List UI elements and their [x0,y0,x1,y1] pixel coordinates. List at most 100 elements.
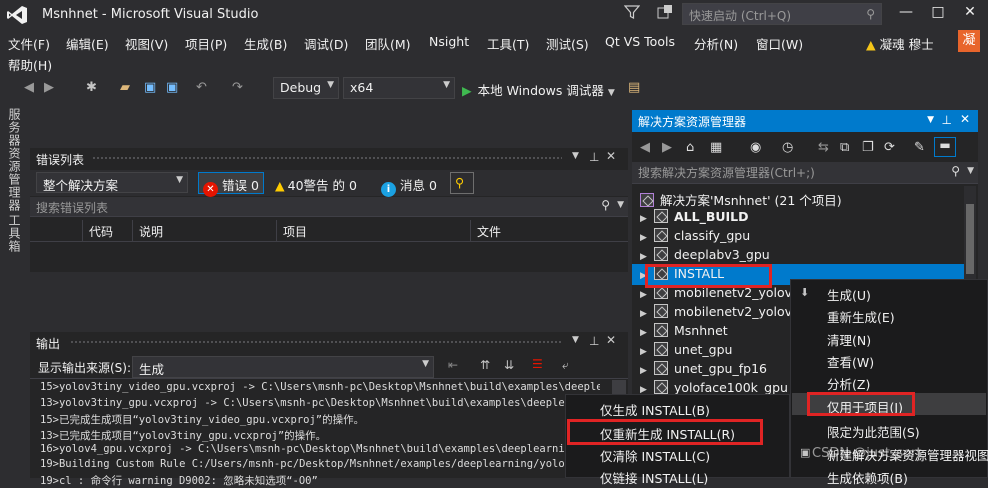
maximize-button[interactable]: □ [926,4,950,24]
menu-nsight[interactable]: Nsight [429,34,469,49]
project-icon [654,342,668,356]
show-all-files-icon[interactable]: ◉ [750,140,761,155]
sync-icon[interactable]: ⇆ [818,140,829,155]
solution-search-input[interactable]: 搜索解决方案资源管理器(Ctrl+;) ⚲ ▼ [632,162,978,184]
redo-icon[interactable]: ↷ [232,80,243,95]
column-header-severity[interactable] [30,220,82,242]
panel-dropdown-icon[interactable]: ▼ [572,335,579,345]
close-icon[interactable]: ✕ [960,112,970,126]
menu-item-analyze[interactable]: 分析(Z) [827,374,870,393]
collapse-all-icon[interactable]: ⧉ [840,140,849,155]
close-icon[interactable]: ✕ [606,149,616,163]
forward-icon[interactable]: ▶ [662,140,672,155]
error-scope-select[interactable]: 整个解决方案 ▼ [36,172,188,193]
home-icon[interactable]: ⌂ [686,140,694,155]
menu-build[interactable]: 生成(B) [244,34,287,53]
menu-project[interactable]: 项目(P) [185,34,227,53]
menu-item-scope-to-this[interactable]: 限定为此范围(S) [827,422,920,441]
pin-icon[interactable]: ⊥ [589,150,599,164]
find-next-message-icon[interactable]: ⇊ [504,358,514,372]
column-header-project[interactable]: 项目 [276,220,470,242]
menu-item-rebuild[interactable]: 重新生成(E) [827,307,895,326]
build-intellisense-filter-button[interactable]: ⚲ [450,172,474,194]
menu-item-build[interactable]: 生成(U) [827,285,871,304]
tree-item-label: classify_gpu [674,228,751,243]
notifications-icon[interactable] [656,4,674,22]
save-icon[interactable]: ▣ [144,80,156,95]
go-to-prev-message-icon[interactable]: ⇤ [448,358,458,372]
preview-icon[interactable]: ▬ [934,137,956,157]
warnings-filter-button[interactable]: ▲ 40警告 的 0 [270,172,362,194]
scrollbar-thumb[interactable] [966,204,974,274]
highlight-project-only-box [807,392,915,416]
copy-icon[interactable]: ❐ [862,140,874,155]
column-header-file[interactable]: 文件 [470,220,628,242]
solution-configuration-select[interactable]: Debug ▼ [273,77,339,99]
menu-analyze[interactable]: 分析(N) [694,34,738,53]
server-explorer-tab[interactable]: 服务器资源管理器 [6,108,23,212]
feedback-button[interactable]: 凝 [958,30,980,52]
submenu-build-only[interactable]: 仅生成 INSTALL(B) [600,400,710,419]
menu-item-clean[interactable]: 清理(N) [827,330,871,349]
menu-item-view[interactable]: 查看(W) [827,352,874,371]
menu-tools[interactable]: 工具(T) [487,34,529,53]
quick-launch-input[interactable]: 快速启动 (Ctrl+Q) ⚲ [682,3,882,25]
refresh-icon[interactable]: ⟳ [884,140,895,155]
project-icon [654,323,668,337]
tree-item[interactable]: ▶ classify_gpu [640,228,750,247]
pending-changes-icon[interactable]: ◷ [782,140,793,155]
minimize-button[interactable]: — [894,4,918,24]
menu-view[interactable]: 视图(V) [125,34,168,53]
panel-dropdown-icon[interactable]: ▼ [927,115,934,125]
menu-window[interactable]: 窗口(W) [756,34,803,53]
menu-qt-vs-tools[interactable]: Qt VS Tools [605,34,675,49]
close-icon[interactable]: ✕ [606,333,616,347]
find-message-icon[interactable]: ⇈ [480,358,490,372]
tree-item[interactable]: ▶ unet_gpu [640,342,732,361]
output-source-select[interactable]: 生成 ▼ [132,356,434,378]
new-project-icon[interactable]: ✱ [86,80,97,95]
switch-views-icon[interactable]: ▦ [710,140,722,155]
tree-item[interactable]: ▶ Msnhnet [640,323,728,342]
toolbox-tab[interactable]: 工具箱 [6,214,23,253]
close-button[interactable]: ✕ [958,4,982,24]
menu-edit[interactable]: 编辑(E) [66,34,109,53]
tree-item[interactable]: ▶ unet_gpu_fp16 [640,361,767,380]
solution-platform-select[interactable]: x64 ▼ [343,77,455,99]
back-icon[interactable]: ◀ [24,80,34,95]
menu-file[interactable]: 文件(F) [8,34,50,53]
play-icon: ▶ [462,83,472,98]
menu-test[interactable]: 测试(S) [546,34,589,53]
open-file-icon[interactable]: ▰ [120,80,130,95]
tree-item[interactable]: ▶ mobilenetv2_yolov [640,304,792,323]
panel-dropdown-icon[interactable]: ▼ [572,151,579,161]
undo-icon[interactable]: ↶ [196,80,207,95]
menu-debug[interactable]: 调试(D) [304,34,348,53]
submenu-clean-only[interactable]: 仅清除 INSTALL(C) [600,446,710,465]
start-debugging-button[interactable]: ▶ 本地 Windows 调试器 ▼ [462,80,615,99]
menu-help[interactable]: 帮助(H) [8,55,52,74]
solution-node[interactable]: 解决方案'Msnhnet' (21 个项目) [640,190,842,209]
tree-item[interactable]: ▶ ALL_BUILD [640,209,749,228]
pin-icon[interactable]: ⊥ [589,334,599,348]
errors-filter-button[interactable]: ✕ 错误 0 [198,172,264,197]
back-icon[interactable]: ◀ [640,140,650,155]
visual-studio-logo-icon [7,6,27,24]
filter-icon[interactable] [624,4,640,20]
solution-explorer-title: 解决方案资源管理器 [638,115,747,129]
clear-all-icon[interactable]: ☰ [532,357,543,371]
column-header-code[interactable]: 代码 [82,220,132,242]
word-wrap-icon[interactable]: ⤶ [562,358,569,373]
pin-icon[interactable]: ⊥ [942,113,952,127]
user-account[interactable]: ▲ 凝魂 穆士 [866,34,934,53]
tree-item-label: Msnhnet [674,323,728,338]
toolbar-extra-icon[interactable]: ▤ [628,80,640,95]
error-list-search-input[interactable]: 搜索错误列表 ⚲ ▼ [30,197,628,217]
save-all-icon[interactable]: ▣ [166,80,178,95]
forward-icon[interactable]: ▶ [44,80,54,95]
properties-icon[interactable]: ✎ [914,140,925,155]
column-header-description[interactable]: 说明 [132,220,276,242]
errors-count: 错误 0 [222,178,259,193]
menu-team[interactable]: 团队(M) [365,34,411,53]
messages-filter-button[interactable]: i 消息 0 [376,172,442,197]
